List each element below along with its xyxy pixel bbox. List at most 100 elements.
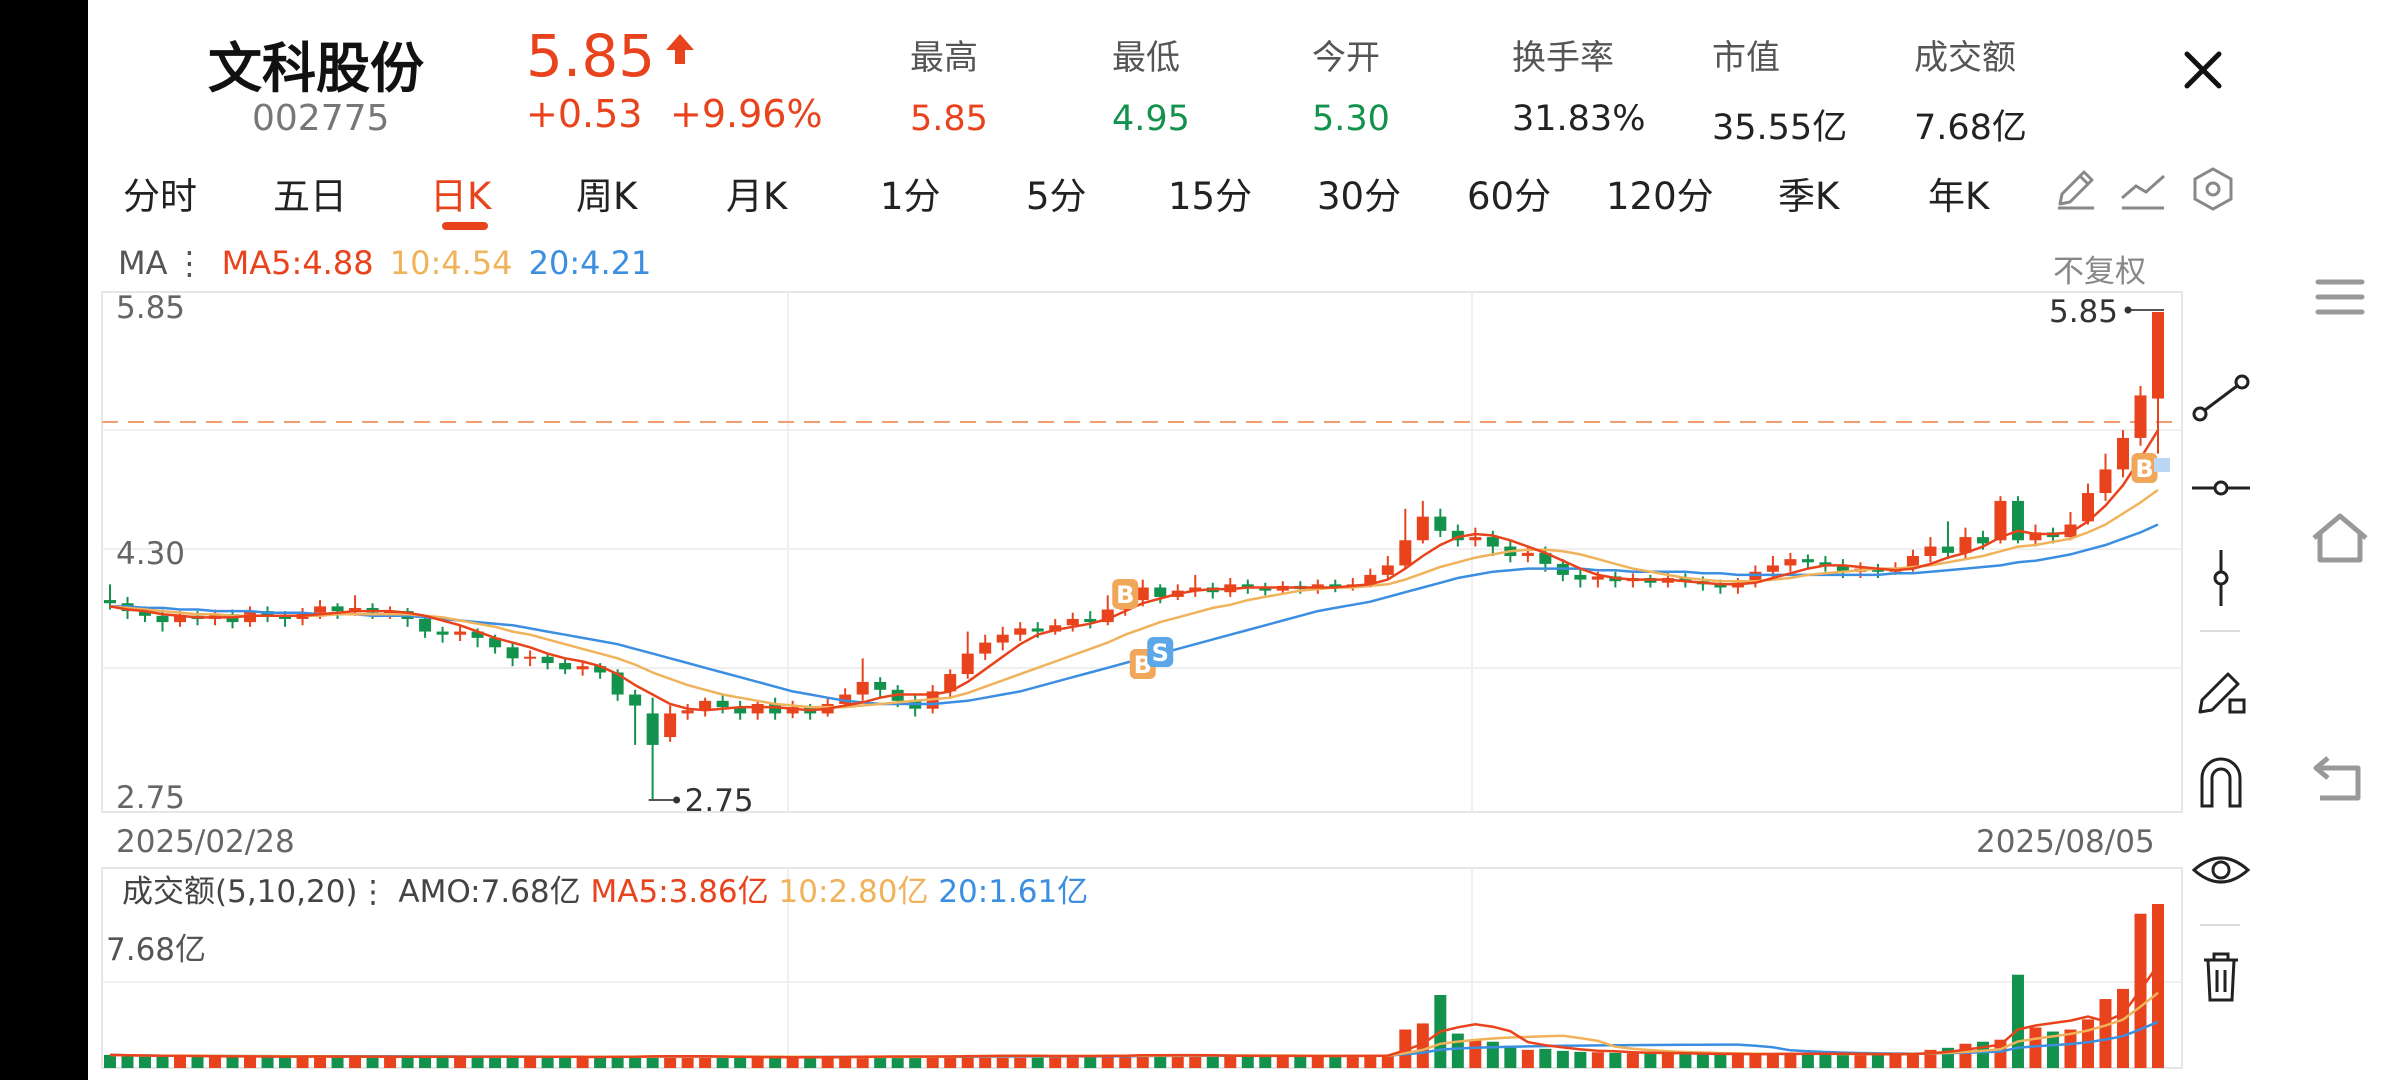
volume-bar	[524, 1056, 537, 1068]
volume-bar	[1241, 1055, 1254, 1068]
horizontal-line-icon[interactable]	[2186, 458, 2256, 518]
buy-marker: B	[1116, 581, 1134, 609]
volume-bar	[314, 1056, 327, 1068]
amo-value: AMO:7.68亿	[398, 874, 581, 910]
tool-divider	[2200, 924, 2240, 926]
menu-icon[interactable]	[2310, 272, 2370, 322]
volume-menu-icon: ⋮	[357, 874, 389, 910]
volume-bar	[156, 1056, 169, 1068]
segment-line-icon[interactable]	[2186, 368, 2256, 428]
volume-bar	[471, 1056, 484, 1068]
volume-bar	[436, 1056, 449, 1068]
candle-body	[559, 663, 572, 670]
volume-bar	[559, 1056, 572, 1068]
volume-legend-prefix: 成交额(5,10,20)	[122, 874, 358, 910]
volume-bar	[1329, 1055, 1342, 1068]
volume-bar	[384, 1056, 397, 1068]
buy-marker: B	[2135, 455, 2153, 483]
volume-bar	[821, 1056, 834, 1068]
magnet-icon[interactable]	[2186, 752, 2256, 812]
volume-bar	[1451, 1033, 1464, 1068]
candle-body	[1941, 546, 1954, 553]
candle-body	[506, 647, 519, 659]
volume-bar	[174, 1055, 187, 1068]
volume-axis-top: 7.68亿	[106, 932, 207, 968]
volume-bar	[1259, 1056, 1272, 1068]
volume-bar	[1871, 1054, 1884, 1068]
candle-body	[2152, 312, 2164, 399]
app-window: 文科股份 002775 5.85 +0.53 +9.96% 最高 5.85 最低…	[88, 0, 2400, 1080]
volume-bar	[1819, 1053, 1832, 1068]
date-end: 2025/08/05	[1976, 824, 2155, 860]
candle-body	[541, 656, 554, 664]
draw-pen-icon[interactable]	[2186, 662, 2256, 722]
candle-body	[751, 703, 764, 714]
volume-bar	[506, 1056, 519, 1068]
candle-body	[961, 653, 974, 675]
candle-body	[576, 666, 589, 670]
volume-bar	[1206, 1055, 1219, 1068]
candlestick-chart[interactable]: 5.852.75BB SB	[88, 0, 2400, 1080]
volume-bar	[419, 1056, 432, 1068]
volume-bar	[1959, 1043, 1972, 1068]
trash-icon[interactable]	[2186, 946, 2256, 1006]
candle-body	[1416, 516, 1429, 541]
candle-body	[874, 681, 887, 690]
candle-body	[629, 694, 642, 706]
volume-bar	[1224, 1055, 1237, 1068]
volume-bar	[366, 1056, 379, 1068]
candle-body	[1574, 574, 1587, 580]
volume-bar	[279, 1056, 292, 1068]
volume-bar	[1364, 1055, 1377, 1068]
candle-body	[996, 634, 1009, 643]
volume-bar	[1189, 1055, 1202, 1068]
vertical-line-icon[interactable]	[2186, 548, 2256, 608]
candle-body	[2011, 500, 2024, 541]
home-icon[interactable]	[2308, 510, 2372, 566]
candle-body	[156, 615, 169, 623]
candle-body	[2099, 469, 2112, 494]
price-axis-mid: 4.30	[116, 536, 186, 572]
volume-ma10-line	[109, 991, 2159, 1059]
volume-bar	[1084, 1056, 1097, 1068]
volume-bar	[681, 1056, 694, 1068]
sell-marker-bg	[2154, 458, 2170, 472]
candle-body	[1136, 587, 1149, 601]
volume-bar	[909, 1056, 922, 1068]
candle-body	[1469, 537, 1482, 541]
candle-body	[1801, 559, 1814, 563]
volume-bar	[1171, 1055, 1184, 1068]
candle-body	[104, 600, 116, 604]
vol-ma5-value: MA5:3.86亿	[590, 874, 769, 910]
high-marker-dot	[2124, 306, 2132, 314]
candle-body	[856, 681, 869, 695]
volume-ma5-line	[109, 964, 2160, 1059]
volume-legend[interactable]: 成交额(5,10,20)⋮ AMO:7.68亿 MA5:3.86亿 10:2.8…	[122, 866, 1088, 911]
volume-bar	[349, 1056, 362, 1068]
volume-bar	[1486, 1041, 1499, 1068]
candle-body	[1066, 618, 1079, 626]
volume-bar	[226, 1056, 239, 1068]
back-icon[interactable]	[2310, 752, 2370, 806]
candle-body	[524, 656, 537, 659]
volume-bar	[1014, 1056, 1027, 1068]
volume-bar	[1801, 1053, 1814, 1068]
candle-body	[454, 631, 467, 635]
volume-bar	[1679, 1053, 1692, 1068]
volume-bar	[699, 1056, 712, 1068]
candle-body	[1154, 587, 1167, 597]
volume-bar	[1276, 1055, 1289, 1068]
candle-body	[1521, 552, 1534, 556]
volume-bar	[1731, 1054, 1744, 1068]
volume-bar	[489, 1056, 502, 1068]
volume-bar	[1626, 1053, 1639, 1068]
volume-bar	[209, 1056, 222, 1068]
volume-bar	[261, 1056, 274, 1068]
eye-icon[interactable]	[2186, 840, 2256, 900]
volume-bar	[244, 1056, 257, 1068]
candle-body	[436, 631, 449, 635]
volume-bar	[1644, 1053, 1657, 1068]
volume-bar	[751, 1057, 764, 1068]
volume-bar	[716, 1057, 729, 1068]
volume-bar	[891, 1056, 904, 1068]
